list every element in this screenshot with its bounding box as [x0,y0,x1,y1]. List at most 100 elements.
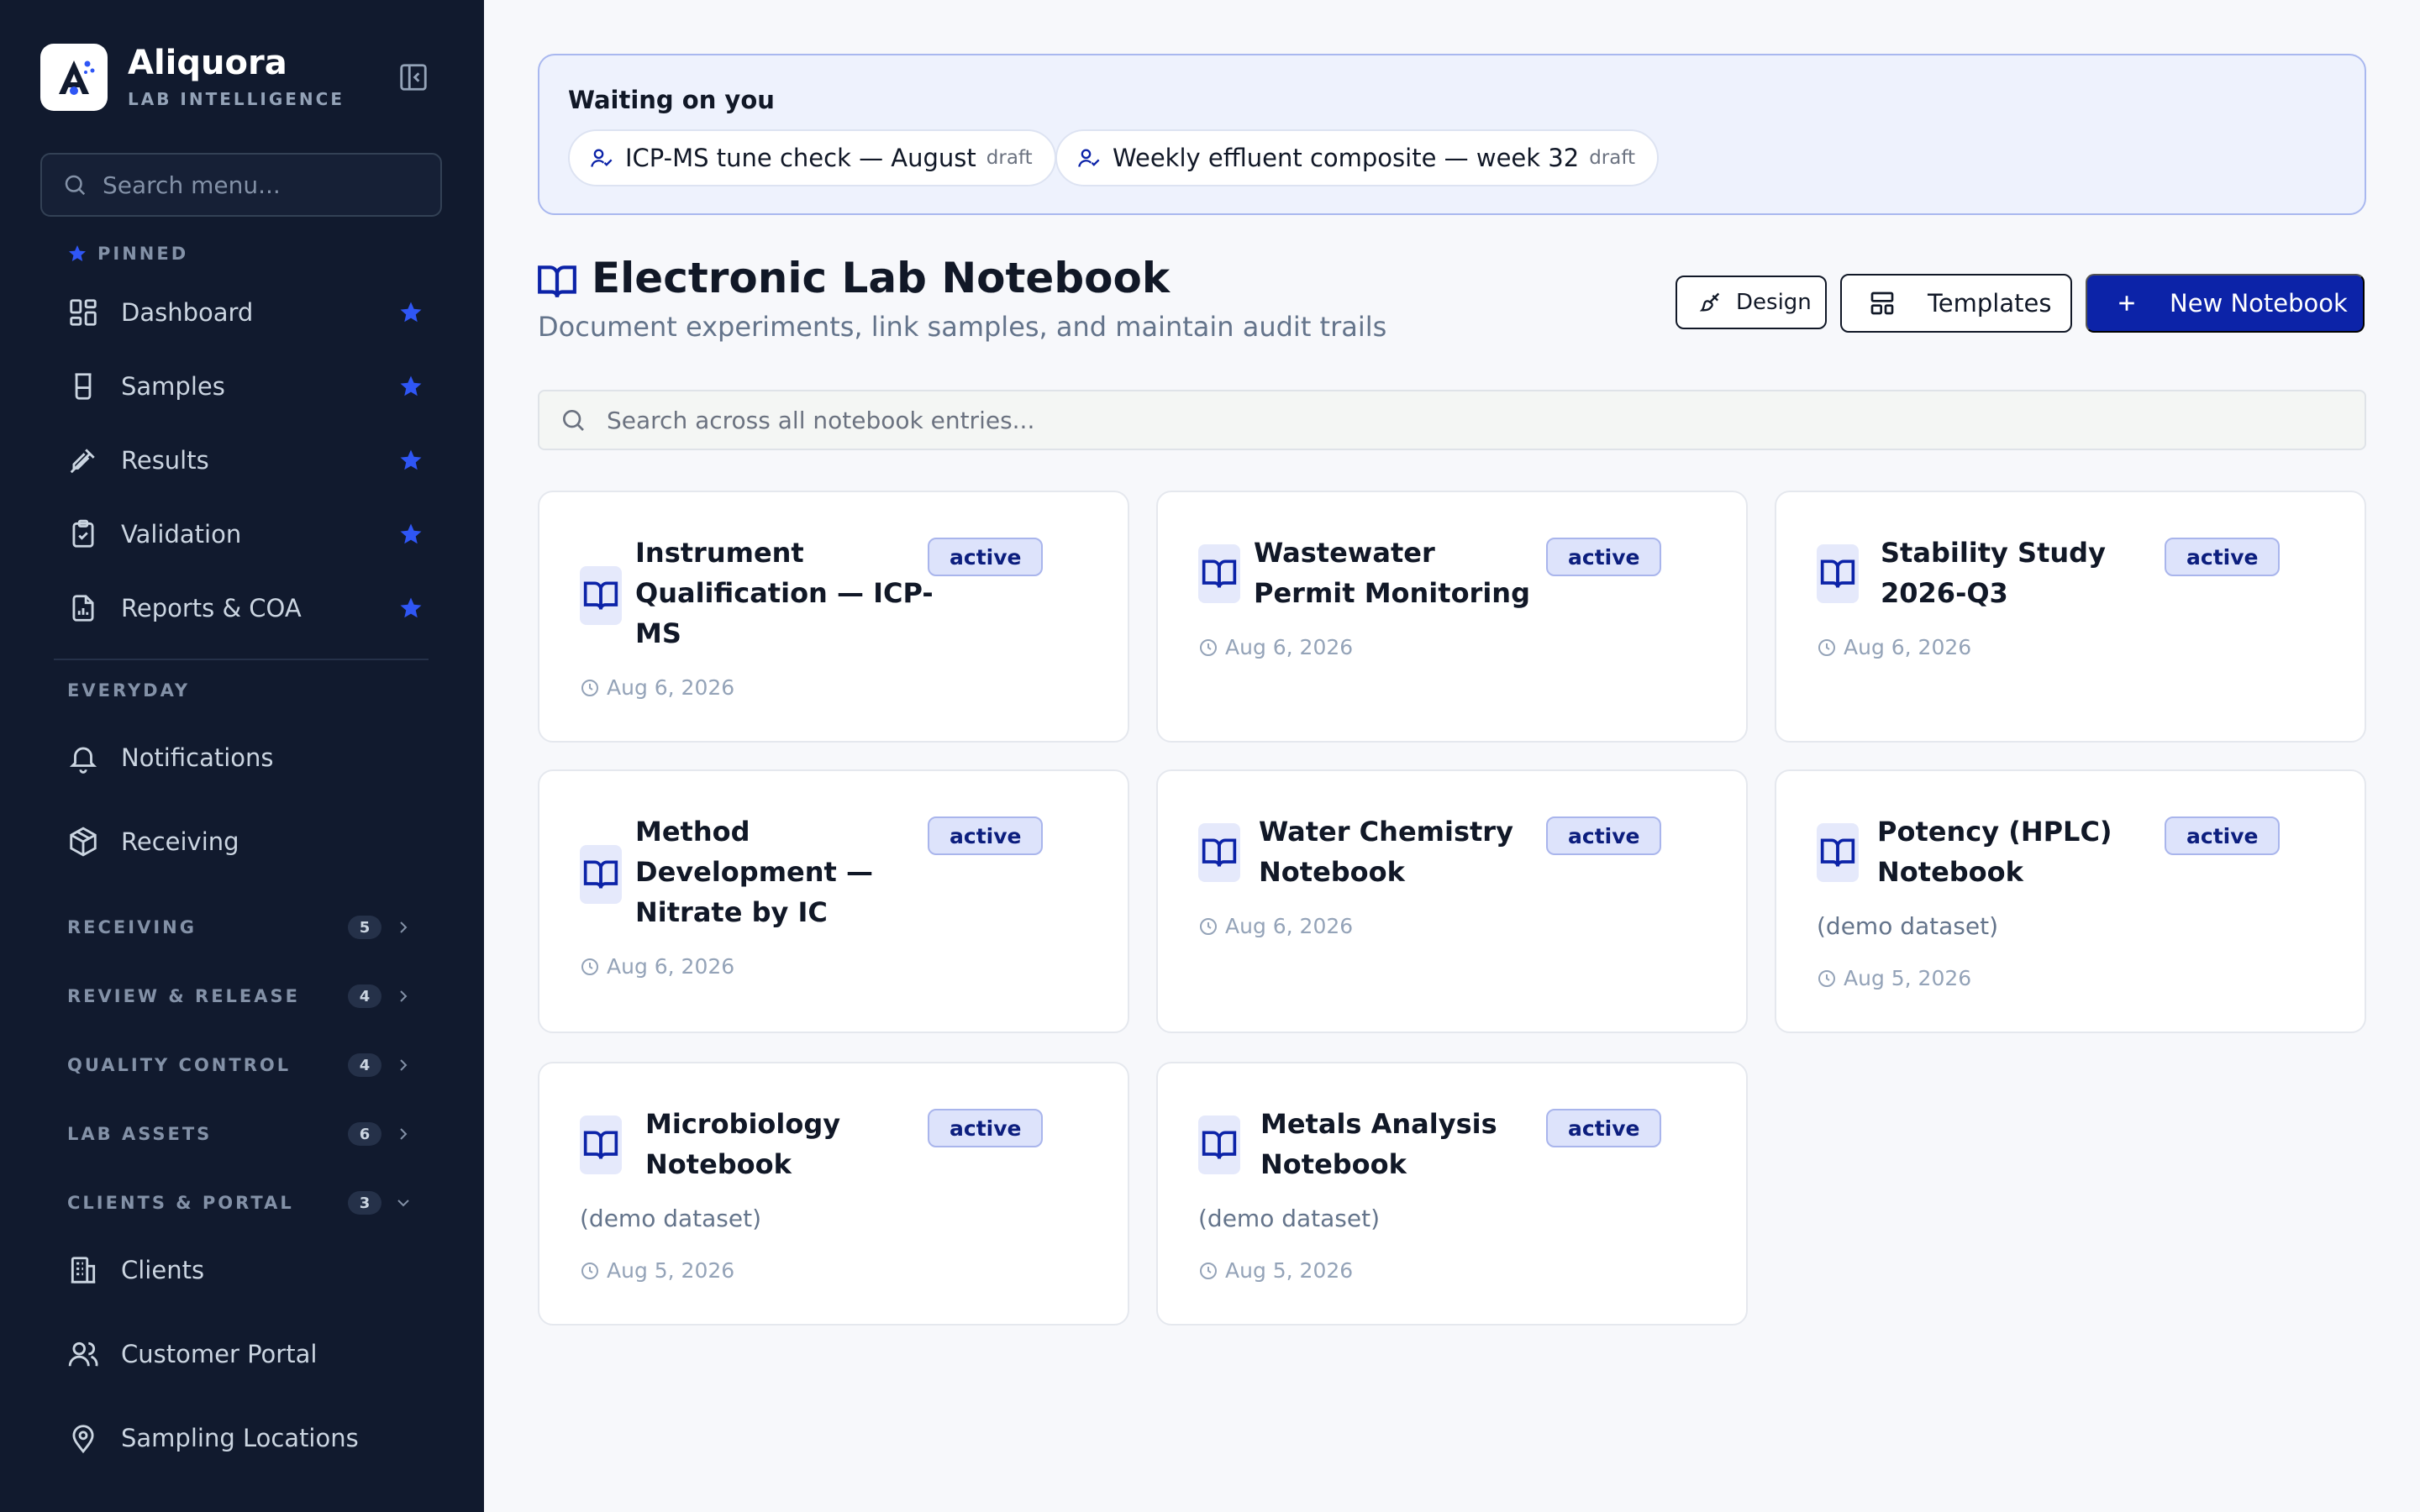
book-open-icon [583,860,618,889]
group-count-badge: 4 [348,984,381,1008]
sidebar-group-receiving[interactable]: RECEIVING 5 [40,902,442,953]
waiting-item-icp-ms-tune-check[interactable]: ICP-MS tune check — August draft [568,129,1056,186]
sidebar-group-quality-control[interactable]: QUALITY CONTROL 4 [40,1040,442,1090]
clock-icon [1200,917,1217,935]
chevron-right-icon [400,921,408,933]
book-open-icon [1202,1131,1237,1159]
sidebar-item-customer-portal[interactable]: Customer Portal [40,1322,442,1386]
notebook-card[interactable]: Instrument Qualification — ICP-MS active… [538,491,1129,743]
sidebar-item-label: Samples [121,372,225,401]
clock-icon [1818,638,1835,656]
notebook-description: (demo dataset) [1817,912,1999,940]
pipette-icon [70,449,95,474]
pinned-star-icon [400,302,422,323]
page-title: Electronic Lab Notebook [592,254,1171,302]
dashboard-icon [70,299,97,326]
notebook-date: Aug 6, 2026 [580,954,734,979]
pinned-star-icon [400,523,422,544]
book-open-icon [538,265,576,298]
waiting-item-label: ICP-MS tune check — August [625,144,976,172]
new-notebook-button[interactable]: New Notebook [2086,274,2365,333]
clock-icon [1200,638,1217,656]
notebook-card[interactable]: Metals Analysis Notebook active (demo da… [1156,1062,1748,1326]
sidebar-item-label: Dashboard [121,298,254,327]
design-button[interactable]: Design [1676,276,1827,329]
brand-subtitle: LAB INTELLIGENCE [128,89,345,109]
sidebar-item-label: Customer Portal [121,1340,318,1368]
notebook-search-input[interactable] [607,406,2287,434]
status-badge: active [928,1109,1044,1147]
notebook-icon-wrap [1198,544,1240,603]
sidebar-divider [54,659,429,660]
notebook-date-text: Aug 5, 2026 [1225,1258,1354,1283]
status-badge: active [1546,1109,1662,1147]
notebook-title: Potency (HPLC) Notebook [1877,816,2112,888]
collapse-sidebar-button[interactable] [395,59,432,96]
notebook-card[interactable]: Water Chemistry Notebook active Aug 6, 2… [1156,769,1748,1033]
sidebar-group-lab-assets[interactable]: LAB ASSETS 6 [40,1109,442,1159]
pinned-star-icon [400,449,422,470]
status-badge: active [2165,816,2281,855]
sidebar-item-reports-coa[interactable]: Reports & COA [40,576,442,640]
notebook-icon-wrap [580,566,622,625]
package-icon [70,827,97,857]
book-open-icon [1820,838,1855,867]
sidebar-item-notifications[interactable]: Notifications [40,726,442,790]
book-open-icon [1202,559,1237,588]
waiting-on-you-panel: Waiting on you ICP-MS tune check — Augus… [538,54,2366,215]
notebook-icon-wrap [1198,1116,1240,1174]
templates-button[interactable]: Templates [1840,274,2072,333]
notebook-card[interactable]: Microbiology Notebook active (demo datas… [538,1062,1129,1326]
new-notebook-label: New Notebook [2170,289,2348,318]
notebook-card[interactable]: Stability Study 2026-Q3 active Aug 6, 20… [1775,491,2366,743]
map-pin-icon [72,1425,94,1454]
notebook-date: Aug 5, 2026 [1198,1258,1353,1283]
group-count-badge: 3 [348,1191,381,1215]
sidebar-group-clients-portal[interactable]: CLIENTS & PORTAL 3 [40,1178,442,1228]
users-icon [68,1341,98,1367]
brand-name: Aliquora [128,44,287,82]
notebook-date-text: Aug 6, 2026 [607,675,735,700]
group-count-badge: 4 [348,1053,381,1077]
sidebar-item-sampling-locations[interactable]: Sampling Locations [40,1406,442,1470]
sidebar-item-validation[interactable]: Validation [40,502,442,566]
book-open-icon [583,1131,618,1159]
sidebar-group-review-release[interactable]: REVIEW & RELEASE 4 [40,971,442,1021]
sidebar-item-receiving[interactable]: Receiving [40,810,442,874]
notebook-search[interactable] [538,390,2366,450]
report-file-icon [72,595,94,622]
group-label: LAB ASSETS [67,1124,213,1144]
notebook-card[interactable]: Potency (HPLC) Notebook active (demo dat… [1775,769,2366,1033]
paintbrush-icon [1699,292,1720,312]
notebook-date: Aug 6, 2026 [1817,635,1971,659]
chevron-down-icon [397,1200,409,1207]
sidebar-item-results[interactable]: Results [40,428,442,492]
draft-tag: draft [1589,147,1636,169]
notebook-card[interactable]: Wastewater Permit Monitoring active Aug … [1156,491,1748,743]
status-badge: active [1546,538,1662,576]
notebook-date-text: Aug 5, 2026 [607,1258,735,1283]
sidebar-item-clients[interactable]: Clients [40,1238,442,1302]
sidebar-item-samples[interactable]: Samples [40,354,442,418]
sidebar-item-dashboard[interactable]: Dashboard [40,281,442,344]
notebook-icon-wrap [1817,544,1859,603]
pinned-section-label: PINNED [97,244,189,264]
menu-search-input[interactable] [103,171,422,199]
notebook-date: Aug 6, 2026 [1198,914,1353,938]
notebook-title: Instrument Qualification — ICP-MS [635,537,934,649]
notebook-icon-wrap [1817,823,1859,882]
group-label: RECEIVING [67,917,197,937]
notebook-date-text: Aug 6, 2026 [607,954,735,979]
waiting-item-weekly-effluent[interactable]: Weekly effluent composite — week 32 draf… [1055,129,1660,186]
templates-button-label: Templates [1928,289,2052,318]
menu-search[interactable] [40,153,442,217]
pinned-star-icon [400,597,422,618]
bell-icon [69,747,97,774]
notebook-card[interactable]: Method Development — Nitrate by IC activ… [538,769,1129,1033]
pinned-star-icon [69,245,86,261]
notebook-title: Water Chemistry Notebook [1259,816,1513,888]
notebook-title: Stability Study 2026-Q3 [1881,537,2106,609]
waiting-item-label: Weekly effluent composite — week 32 [1113,144,1580,172]
brand-logo-icon[interactable] [40,44,108,111]
clipboard-check-icon [72,519,94,548]
